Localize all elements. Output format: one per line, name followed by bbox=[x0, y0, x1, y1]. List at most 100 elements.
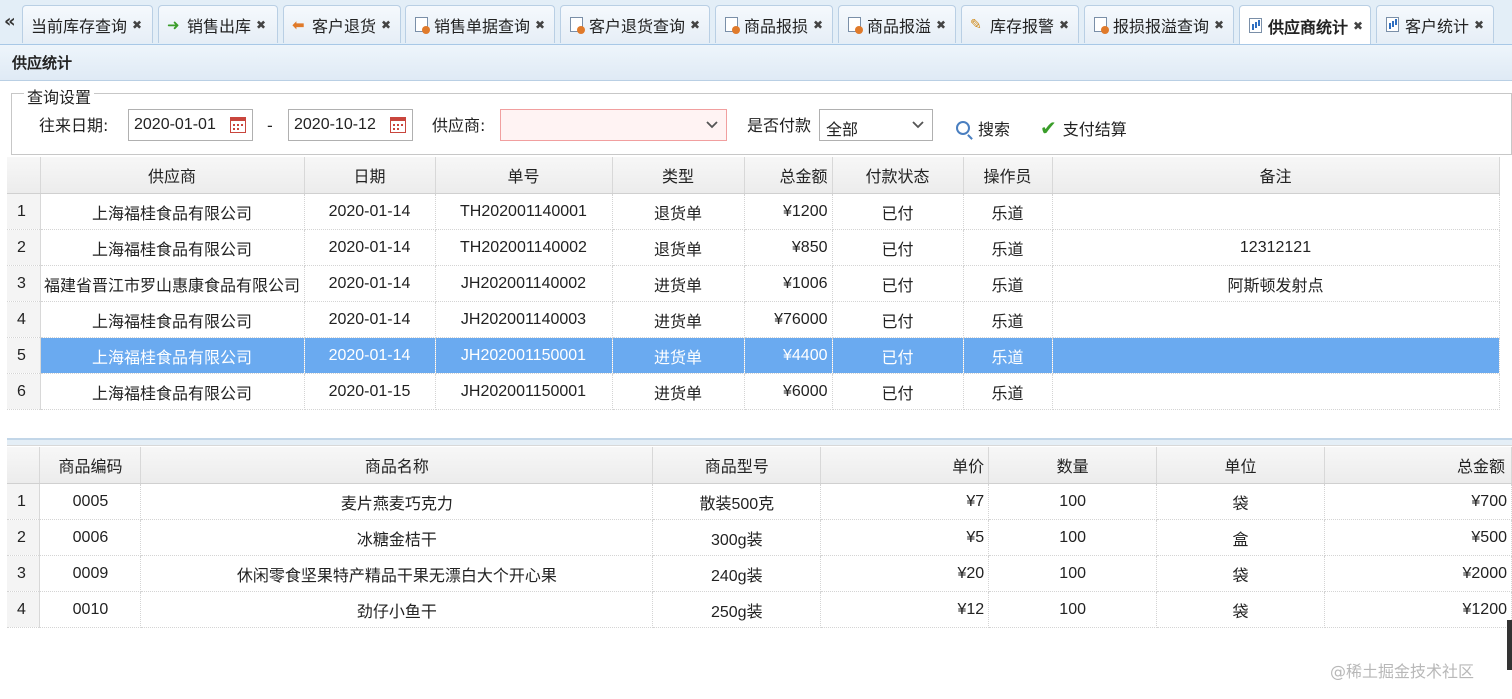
close-icon[interactable]: ✖ bbox=[1353, 19, 1363, 33]
cell-qty: 100 bbox=[988, 483, 1158, 520]
tab-label: 商品报损 bbox=[744, 16, 809, 36]
tab-stock-alert[interactable]: ✎ 库存报警 ✖ bbox=[961, 5, 1079, 43]
cell-pay-status: 已付 bbox=[832, 337, 964, 374]
column-header-amount[interactable]: 总金额 bbox=[744, 157, 833, 194]
cell-operator: 乐道 bbox=[963, 373, 1053, 410]
cell-type: 退货单 bbox=[612, 229, 745, 266]
tab-damage-overflow-query[interactable]: 报损报溢查询 ✖ bbox=[1084, 5, 1234, 43]
column-header-operator[interactable]: 操作员 bbox=[963, 157, 1053, 194]
table-row[interactable]: 4 上海福桂食品有限公司 2020-01-14 JH202001140003 进… bbox=[7, 301, 1500, 338]
column-header-price[interactable]: 单价 bbox=[820, 447, 990, 484]
table-row[interactable]: 2 上海福桂食品有限公司 2020-01-14 TH202001140002 退… bbox=[7, 229, 1500, 266]
scrollbar-thumb[interactable] bbox=[1507, 620, 1512, 670]
tab-label: 客户退货 bbox=[312, 16, 377, 36]
search-button[interactable]: 搜索 bbox=[956, 116, 1010, 140]
cell-date: 2020-01-14 bbox=[304, 193, 436, 230]
row-number: 2 bbox=[7, 229, 41, 266]
close-icon[interactable]: ✖ bbox=[132, 18, 142, 32]
column-header-order-no[interactable]: 单号 bbox=[435, 157, 613, 194]
tab-label: 商品报溢 bbox=[867, 16, 932, 36]
tab-customer-return-query[interactable]: 客户退货查询 ✖ bbox=[560, 5, 710, 43]
calendar-icon[interactable] bbox=[230, 117, 246, 133]
date-to-input[interactable] bbox=[289, 115, 391, 135]
row-number: 3 bbox=[7, 555, 41, 592]
date-separator: - bbox=[267, 116, 273, 135]
cell-supplier: 上海福桂食品有限公司 bbox=[40, 229, 305, 266]
close-icon[interactable]: ✖ bbox=[535, 18, 545, 32]
cell-pay-status: 已付 bbox=[832, 265, 964, 302]
supplier-select[interactable] bbox=[500, 109, 727, 141]
doc-icon bbox=[725, 17, 740, 34]
close-icon[interactable]: ✖ bbox=[256, 18, 266, 32]
cell-order-no: TH202001140001 bbox=[435, 193, 613, 230]
tab-scroll-left-button[interactable]: « bbox=[4, 10, 20, 34]
table-row-selected[interactable]: 5 上海福桂食品有限公司 2020-01-14 JH202001150001 进… bbox=[7, 337, 1500, 374]
table-row[interactable]: 2 0006 冰糖金桔干 300g装 ¥5 100 盒 ¥500 bbox=[7, 519, 1512, 556]
tab-customer-stats[interactable]: 客户统计 ✖ bbox=[1376, 5, 1494, 43]
close-icon[interactable]: ✖ bbox=[936, 18, 946, 32]
date-to-field[interactable] bbox=[288, 109, 413, 141]
table-row[interactable]: 1 上海福桂食品有限公司 2020-01-14 TH202001140001 退… bbox=[7, 193, 1500, 230]
cell-unit: 袋 bbox=[1156, 591, 1326, 628]
pencil-icon: ✎ bbox=[970, 16, 982, 33]
cell-amount: ¥850 bbox=[744, 229, 833, 266]
column-header-remark[interactable]: 备注 bbox=[1052, 157, 1500, 194]
column-header-type[interactable]: 类型 bbox=[612, 157, 745, 194]
table-row[interactable]: 4 0010 劲仔小鱼干 250g装 ¥12 100 袋 ¥1200 bbox=[7, 591, 1512, 628]
pay-settle-button[interactable]: ✔ 支付结算 bbox=[1040, 116, 1127, 140]
close-icon[interactable]: ✖ bbox=[1059, 18, 1069, 32]
close-icon[interactable]: ✖ bbox=[813, 18, 823, 32]
cell-model: 240g装 bbox=[652, 555, 822, 592]
date-from-input[interactable] bbox=[129, 115, 231, 135]
tab-supplier-stats[interactable]: 供应商统计 ✖ bbox=[1239, 5, 1371, 44]
table-row[interactable]: 6 上海福桂食品有限公司 2020-01-15 JH202001150001 进… bbox=[7, 373, 1500, 410]
column-header-model[interactable]: 商品型号 bbox=[652, 447, 822, 484]
row-number: 5 bbox=[7, 337, 41, 374]
cell-operator: 乐道 bbox=[963, 265, 1053, 302]
tab-label: 客户退货查询 bbox=[589, 16, 686, 36]
cell-pay-status: 已付 bbox=[832, 301, 964, 338]
chevron-down-icon[interactable] bbox=[698, 110, 726, 140]
column-header-name[interactable]: 商品名称 bbox=[140, 447, 654, 484]
column-header-pay-status[interactable]: 付款状态 bbox=[832, 157, 964, 194]
close-icon[interactable]: ✖ bbox=[1214, 18, 1224, 32]
cell-remark bbox=[1052, 193, 1500, 230]
cell-date: 2020-01-14 bbox=[304, 301, 436, 338]
close-icon[interactable]: ✖ bbox=[690, 18, 700, 32]
tab-sales-outbound[interactable]: ➜ 销售出库 ✖ bbox=[158, 5, 278, 43]
cell-name: 冰糖金桔干 bbox=[140, 519, 654, 556]
table-row[interactable]: 3 0009 休闲零食坚果特产精品干果无漂白大个开心果 240g装 ¥20 10… bbox=[7, 555, 1512, 592]
tab-current-stock-query[interactable]: 当前库存查询 ✖ bbox=[22, 5, 153, 43]
cell-qty: 100 bbox=[988, 555, 1158, 592]
close-icon[interactable]: ✖ bbox=[1474, 18, 1484, 32]
cell-total: ¥1200 bbox=[1324, 591, 1512, 628]
check-icon: ✔ bbox=[1040, 116, 1057, 140]
grid-splitter[interactable] bbox=[7, 438, 1512, 446]
cell-supplier: 上海福桂食品有限公司 bbox=[40, 301, 305, 338]
close-icon[interactable]: ✖ bbox=[381, 18, 391, 32]
calendar-icon[interactable] bbox=[390, 117, 406, 133]
tab-goods-damage[interactable]: 商品报损 ✖ bbox=[715, 5, 833, 43]
column-header-code[interactable]: 商品编码 bbox=[39, 447, 142, 484]
tab-customer-return[interactable]: ⬅ 客户退货 ✖ bbox=[283, 5, 401, 43]
tab-label: 当前库存查询 bbox=[31, 16, 128, 36]
paid-select[interactable]: 全部 bbox=[819, 109, 933, 141]
column-header-total[interactable]: 总金额 bbox=[1324, 447, 1512, 484]
tab-goods-overflow[interactable]: 商品报溢 ✖ bbox=[838, 5, 956, 43]
table-row[interactable]: 1 0005 麦片燕麦巧克力 散装500克 ¥7 100 袋 ¥700 bbox=[7, 483, 1512, 520]
column-header-date[interactable]: 日期 bbox=[304, 157, 436, 194]
date-range-label: 往来日期: bbox=[39, 116, 109, 135]
cell-amount: ¥1006 bbox=[744, 265, 833, 302]
tab-sales-doc-query[interactable]: 销售单据查询 ✖ bbox=[405, 5, 555, 43]
tab-label: 客户统计 bbox=[1405, 16, 1470, 36]
column-header-qty[interactable]: 数量 bbox=[988, 447, 1158, 484]
doc-icon bbox=[570, 17, 585, 34]
cell-qty: 100 bbox=[988, 519, 1158, 556]
table-row[interactable]: 3 福建省晋江市罗山惠康食品有限公司 2020-01-14 JH20200114… bbox=[7, 265, 1500, 302]
search-icon bbox=[956, 121, 970, 135]
date-from-field[interactable] bbox=[128, 109, 253, 141]
chevron-down-icon[interactable] bbox=[904, 110, 932, 140]
cell-total: ¥500 bbox=[1324, 519, 1512, 556]
column-header-unit[interactable]: 单位 bbox=[1156, 447, 1326, 484]
column-header-supplier[interactable]: 供应商 bbox=[40, 157, 305, 194]
